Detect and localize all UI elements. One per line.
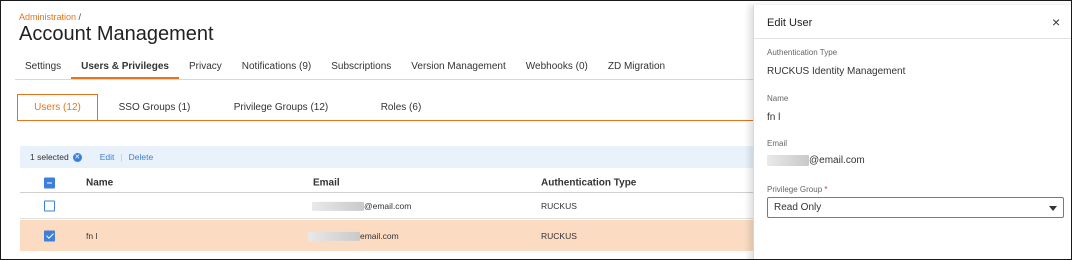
- row-checkbox[interactable]: [44, 230, 55, 241]
- column-header-name[interactable]: Name: [86, 177, 113, 188]
- edit-user-drawer: Edit User × Authentication Type RUCKUS I…: [753, 5, 1071, 259]
- email-value: @email.com: [767, 155, 865, 166]
- subtab-privilege-groups[interactable]: Privilege Groups (12): [211, 94, 351, 121]
- name-value: fn l: [767, 112, 781, 123]
- subtab-roles[interactable]: Roles (6): [351, 94, 451, 121]
- tab-notifications[interactable]: Notifications (9): [232, 57, 321, 79]
- row-email: @email.com: [312, 200, 412, 211]
- redacted-email-prefix: [767, 155, 809, 166]
- drawer-divider: [754, 38, 1071, 39]
- delete-button[interactable]: Delete: [129, 152, 154, 162]
- action-separator: |: [120, 152, 123, 162]
- email-domain: @email.com: [809, 155, 865, 167]
- close-circle-icon[interactable]: ✕: [72, 152, 82, 162]
- select-all-checkbox[interactable]: [44, 177, 55, 188]
- subtab-users[interactable]: Users (12): [17, 94, 98, 121]
- app-frame: Administration / Account Management Sett…: [0, 0, 1072, 260]
- row-email: email.com: [308, 230, 399, 241]
- subtabs-divider: [17, 120, 775, 121]
- tab-users-privileges[interactable]: Users & Privileges: [71, 57, 179, 79]
- column-header-email[interactable]: Email: [313, 177, 340, 188]
- row-auth-type: RUCKUS: [541, 200, 577, 211]
- row-email-domain: @email.com: [364, 200, 412, 211]
- tabs-divider: [15, 79, 775, 80]
- edit-button[interactable]: Edit: [100, 152, 115, 162]
- column-header-auth-type[interactable]: Authentication Type: [541, 177, 636, 188]
- auth-type-label: Authentication Type: [767, 48, 838, 57]
- table-row[interactable]: @email.com RUCKUS: [20, 193, 780, 219]
- required-mark: *: [824, 185, 828, 194]
- row-email-domain: email.com: [360, 230, 399, 241]
- sub-tabs: Users (12) SSO Groups (1) Privilege Grou…: [17, 94, 451, 121]
- breadcrumb-administration-link[interactable]: Administration: [19, 12, 76, 22]
- page-title: Account Management: [19, 23, 214, 45]
- tab-zd-migration[interactable]: ZD Migration: [598, 57, 675, 79]
- email-label: Email: [767, 139, 788, 148]
- row-checkbox[interactable]: [44, 200, 55, 211]
- tab-settings[interactable]: Settings: [15, 57, 71, 79]
- tab-privacy[interactable]: Privacy: [179, 57, 232, 79]
- privilege-group-select[interactable]: Read Only: [767, 197, 1064, 218]
- tab-version-management[interactable]: Version Management: [401, 57, 516, 79]
- privilege-group-value: Read Only: [774, 202, 822, 213]
- breadcrumb: Administration /: [19, 12, 81, 22]
- row-name: fn l: [86, 230, 98, 241]
- tab-webhooks[interactable]: Webhooks (0): [516, 57, 598, 79]
- name-label: Name: [767, 94, 789, 103]
- selection-bar: 1 selected ✕ Edit | Delete: [20, 146, 780, 168]
- subtab-sso-groups[interactable]: SSO Groups (1): [98, 94, 211, 121]
- redacted-email-prefix: [308, 231, 360, 241]
- breadcrumb-separator: /: [76, 12, 82, 22]
- privilege-group-label: Privilege Group *: [767, 185, 828, 194]
- table-row[interactable]: fn l email.com RUCKUS: [20, 220, 780, 251]
- redacted-email-prefix: [312, 201, 364, 211]
- row-auth-type: RUCKUS: [541, 230, 577, 241]
- tab-subscriptions[interactable]: Subscriptions: [321, 57, 401, 79]
- table-header: Name Email Authentication Type: [20, 173, 780, 193]
- main-tabs: Settings Users & Privileges Privacy Noti…: [15, 57, 675, 79]
- selection-count: 1 selected: [30, 152, 69, 162]
- chevron-down-icon: [1049, 206, 1057, 211]
- auth-type-value: RUCKUS Identity Management: [767, 66, 906, 77]
- close-icon[interactable]: ×: [1052, 15, 1060, 29]
- drawer-title: Edit User: [767, 17, 813, 29]
- privilege-group-label-text: Privilege Group: [767, 185, 823, 194]
